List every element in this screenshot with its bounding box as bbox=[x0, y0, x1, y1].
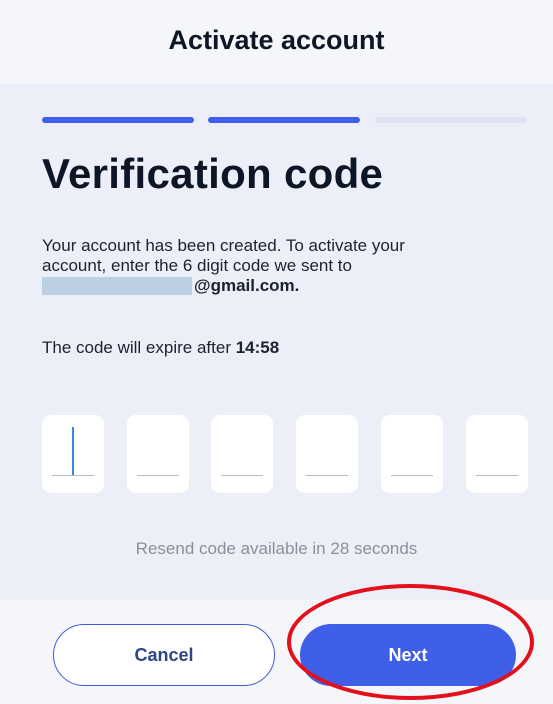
next-button[interactable]: Next bbox=[300, 624, 516, 686]
email-line: @gmail.com. bbox=[42, 276, 522, 296]
verification-heading: Verification code bbox=[42, 150, 384, 197]
description-line-2: account, enter the 6 digit code we sent … bbox=[42, 256, 352, 275]
digit-underline bbox=[137, 475, 179, 476]
progress-step-1 bbox=[42, 117, 194, 123]
code-digit-1[interactable] bbox=[42, 415, 104, 493]
code-digit-4[interactable] bbox=[296, 415, 358, 493]
digit-underline bbox=[52, 475, 94, 476]
code-digit-5[interactable] bbox=[381, 415, 443, 493]
code-input-group bbox=[42, 415, 528, 493]
digit-underline bbox=[476, 475, 518, 476]
digit-underline bbox=[306, 475, 348, 476]
progress-step-3 bbox=[375, 117, 527, 123]
code-digit-6[interactable] bbox=[466, 415, 528, 493]
expiry-countdown: 14:58 bbox=[235, 338, 280, 357]
redacted-email-username bbox=[42, 277, 192, 295]
verification-description: Your account has been created. To activa… bbox=[42, 236, 522, 296]
header-bar: Activate account bbox=[0, 0, 553, 84]
cancel-button[interactable]: Cancel bbox=[53, 624, 275, 686]
verification-panel: Verification code Your account has been … bbox=[0, 84, 553, 600]
digit-underline bbox=[391, 475, 433, 476]
description-line-1: Your account has been created. To activa… bbox=[42, 236, 405, 255]
expiry-prefix: The code will expire after bbox=[42, 338, 236, 357]
expiry-notice: The code will expire after 14:58 bbox=[42, 338, 279, 358]
code-digit-2[interactable] bbox=[127, 415, 189, 493]
activate-account-screen: Activate account Verification code Your … bbox=[0, 0, 553, 704]
footer-actions: Cancel Next bbox=[0, 600, 553, 704]
page-title: Activate account bbox=[168, 24, 385, 55]
code-digit-3[interactable] bbox=[211, 415, 273, 493]
digit-underline bbox=[221, 475, 263, 476]
progress-step-2 bbox=[208, 117, 360, 123]
step-progress bbox=[42, 117, 527, 123]
resend-code-notice: Resend code available in 28 seconds bbox=[135, 539, 418, 558]
text-caret bbox=[72, 427, 74, 476]
email-domain: @gmail.com. bbox=[194, 276, 300, 295]
